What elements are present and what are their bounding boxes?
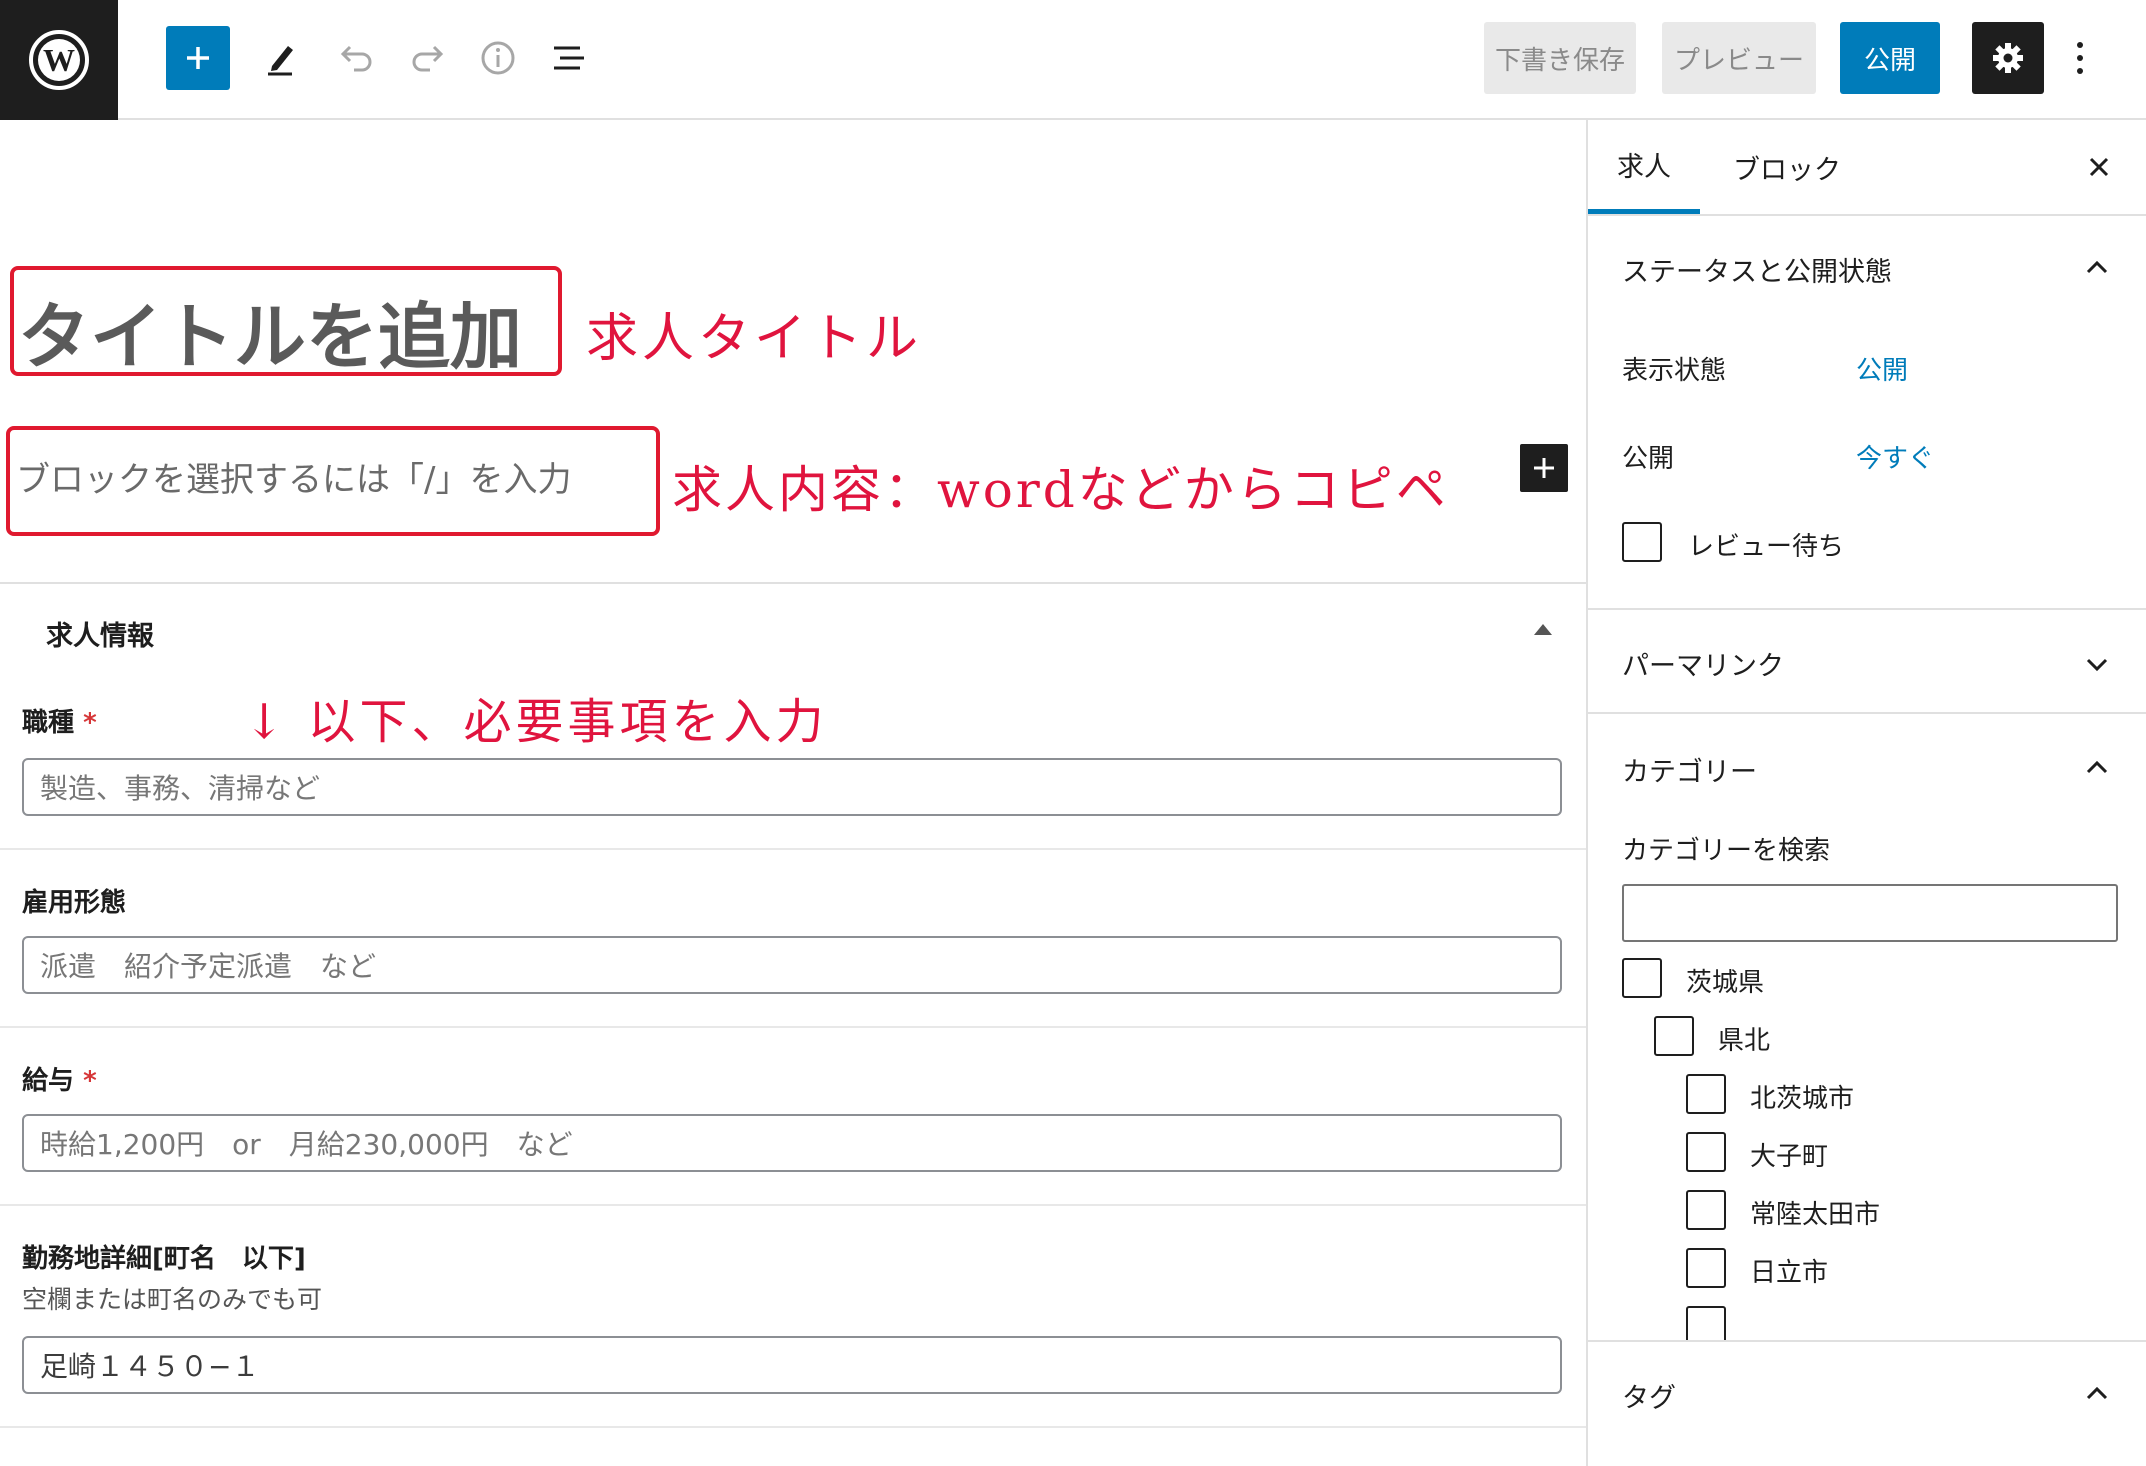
tab-post[interactable]: 求人 [1588, 120, 1700, 214]
details-button[interactable] [468, 28, 528, 88]
save-draft-button[interactable]: 下書き保存 [1484, 22, 1636, 94]
settings-sidebar: 求人 ブロック ステータスと公開状態 表示状態 公開 公開 今すぐ レビュー待ち… [1586, 120, 2146, 1466]
pending-review-checkbox[interactable] [1622, 522, 1662, 562]
tools-button[interactable] [252, 28, 312, 88]
gear-icon [1993, 43, 2023, 73]
annotation-fields: ↓ 以下、必要事項を入力 [244, 694, 828, 750]
category-section-title[interactable]: カテゴリー [1622, 750, 1757, 789]
category-list: 茨城県 県北 北茨城市 大子町 常陸太田市 日立市 [1588, 950, 2146, 1428]
category-checkbox[interactable] [1686, 1074, 1726, 1114]
visibility-label: 表示状態 [1622, 356, 1727, 386]
category-label: 常陸太田市 [1750, 1200, 1881, 1230]
more-vertical-icon [2077, 42, 2083, 48]
tab-block[interactable]: ブロック [1712, 120, 1862, 214]
chevron-up-icon[interactable] [2082, 752, 2112, 782]
options-button[interactable] [2060, 28, 2100, 88]
field-label-employment-type: 雇用形態 [22, 888, 127, 918]
editor-canvas: タイトルを追加 求人タイトル ブロックを選択するには「/」を入力 求人内容：wo… [0, 120, 1586, 1466]
chevron-down-icon[interactable] [2082, 650, 2112, 680]
work-location-input[interactable]: 足崎１４５０−１ [22, 1336, 1562, 1394]
permalink-section-title[interactable]: パーマリンク [1622, 644, 1784, 683]
close-icon [2089, 157, 2109, 177]
category-label: 北茨城市 [1750, 1084, 1855, 1114]
editor-header: W 下書き保存 プレビュー 公開 [0, 0, 2146, 120]
visibility-toggle[interactable]: 公開 [1856, 350, 1908, 387]
wordpress-icon: W [29, 30, 89, 90]
category-checkbox[interactable] [1686, 1190, 1726, 1230]
category-checkbox[interactable] [1654, 1016, 1694, 1056]
category-label: 大子町 [1750, 1142, 1829, 1172]
salary-input[interactable]: 時給1,200円 or 月給230,000円 など [22, 1114, 1562, 1172]
job-info-metabox: 求人情報 ↓ 以下、必要事項を入力 職種 * 製造、事務、清掃など 雇用形態 派… [0, 582, 1586, 1466]
pending-review-label: レビュー待ち [1688, 532, 1845, 562]
settings-button[interactable] [1972, 22, 2044, 94]
metabox-toggle-icon[interactable] [1534, 624, 1552, 635]
category-checkbox[interactable] [1622, 958, 1662, 998]
tags-section-title[interactable]: タグ [1622, 1376, 1676, 1415]
required-mark: * [83, 1066, 97, 1096]
field-label-work-location: 勤務地詳細[町名 以下] [22, 1244, 306, 1274]
wordpress-logo[interactable]: W [0, 0, 118, 120]
divider [0, 1026, 1586, 1028]
field-label-salary: 給与 * [22, 1066, 97, 1096]
divider [0, 1204, 1586, 1206]
post-title-input[interactable]: タイトルを追加 [18, 278, 522, 383]
field-description-work-location: 空欄または町名のみでも可 [22, 1285, 323, 1314]
category-label: 茨城県 [1686, 968, 1765, 998]
employment-type-input[interactable]: 派遣 紹介予定派遣 など [22, 936, 1562, 994]
category-label: 日立市 [1750, 1258, 1829, 1288]
close-sidebar-button[interactable] [2076, 144, 2122, 190]
publish-date-label: 公開 [1622, 444, 1675, 474]
redo-button[interactable] [398, 28, 458, 88]
metabox-title: 求人情報 [46, 621, 154, 652]
undo-icon [340, 45, 372, 72]
job-type-input[interactable]: 製造、事務、清掃など [22, 758, 1562, 816]
divider [1588, 712, 2146, 714]
status-section-title[interactable]: ステータスと公開状態 [1622, 250, 1892, 289]
undo-button[interactable] [326, 28, 386, 88]
preview-button[interactable]: プレビュー [1662, 22, 1816, 94]
required-mark: * [83, 708, 97, 738]
pencil-icon [268, 46, 293, 76]
publish-button[interactable]: 公開 [1840, 22, 1940, 94]
category-label: 県北 [1718, 1026, 1771, 1056]
divider [1588, 608, 2146, 610]
info-icon [481, 41, 515, 75]
publish-date-toggle[interactable]: 今すぐ [1856, 438, 1934, 475]
divider [1588, 214, 2146, 216]
category-checkbox[interactable] [1686, 1132, 1726, 1172]
inline-add-block-button[interactable] [1520, 444, 1568, 492]
block-appender-placeholder[interactable]: ブロックを選択するには「/」を入力 [16, 452, 571, 501]
svg-text:W: W [43, 42, 75, 78]
redo-icon [412, 45, 444, 72]
chevron-up-icon[interactable] [2082, 252, 2112, 282]
field-label-job-type: 職種 * [22, 708, 97, 738]
divider [1588, 1340, 2146, 1342]
chevron-up-icon[interactable] [2082, 1378, 2112, 1408]
category-search-label: カテゴリーを検索 [1622, 836, 1831, 866]
annotation-content: 求人内容：wordなどからコピペ [672, 461, 1449, 519]
category-search-input[interactable] [1622, 884, 2118, 942]
plus-icon [1534, 458, 1554, 478]
divider [0, 848, 1586, 850]
plus-icon [187, 47, 209, 69]
divider [0, 1426, 1586, 1428]
category-checkbox[interactable] [1686, 1248, 1726, 1288]
annotation-title: 求人タイトル [586, 309, 923, 369]
add-block-button[interactable] [166, 26, 230, 90]
list-view-button[interactable] [540, 28, 600, 88]
list-view-icon [554, 46, 584, 70]
